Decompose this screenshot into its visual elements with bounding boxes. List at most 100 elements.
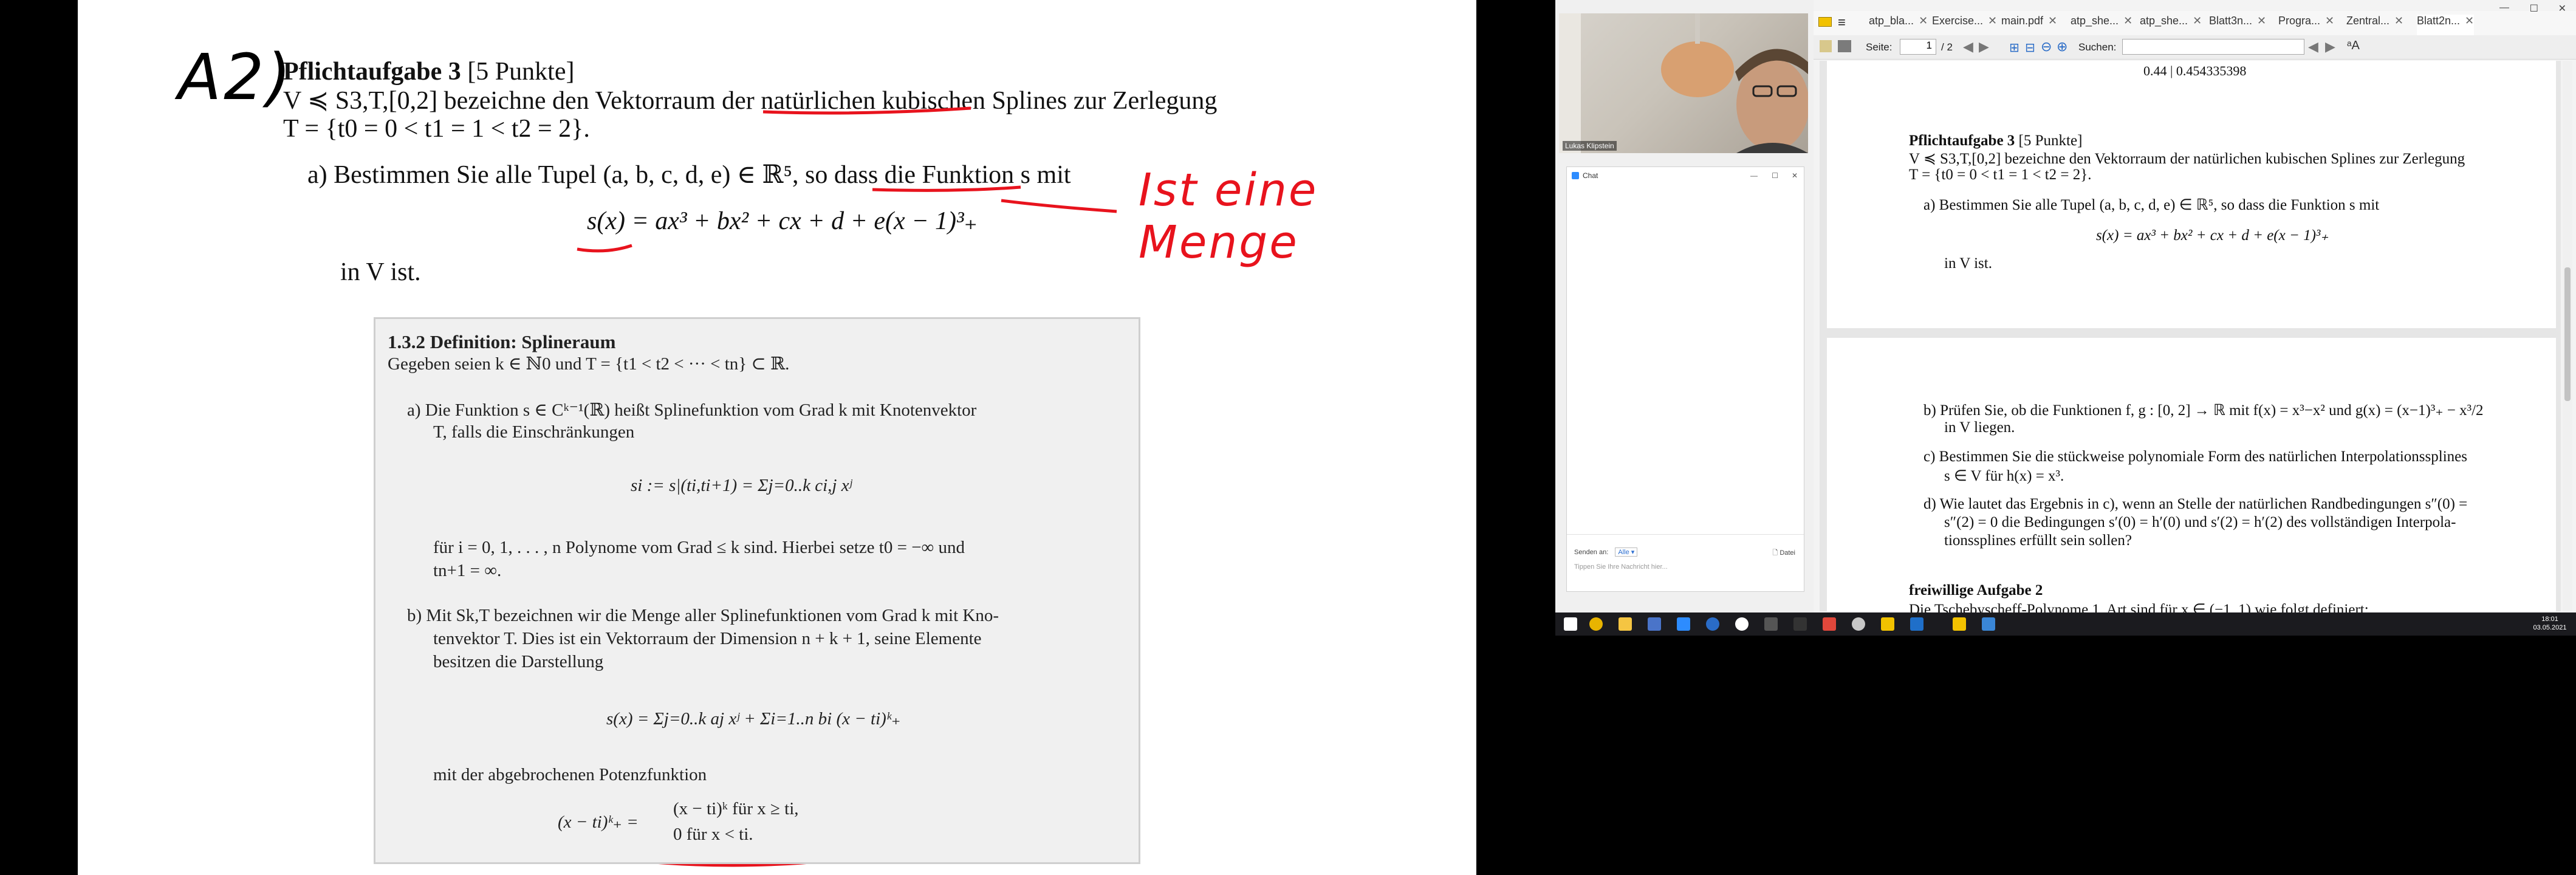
tab-close-icon[interactable]: ✕ — [2123, 15, 2132, 27]
hamburger-icon[interactable]: ≡ — [1838, 15, 1846, 30]
pdf-part-c-line2: s ∈ V für h(x) = x³. — [1944, 468, 2064, 484]
window-close-icon[interactable]: ✕ — [2558, 2, 2566, 15]
close-icon[interactable]: ✕ — [1792, 171, 1798, 180]
pdf-part-c-line1: c) Bestimmen Sie die stückweise polynomi… — [1923, 448, 2467, 465]
underline-die-funktion — [872, 185, 1021, 192]
taskbar-date: 03.05.2021 — [2533, 624, 2567, 631]
tab-label: Progra... — [2278, 15, 2321, 27]
lamp-shade — [1661, 41, 1734, 97]
search-next-icon[interactable]: ▶ — [2325, 39, 2335, 55]
tab-1[interactable]: atp_bla... ✕ — [1869, 15, 1928, 35]
window-maximize-icon[interactable]: ☐ — [2530, 2, 2538, 15]
app-menu-icon[interactable] — [1818, 17, 1832, 27]
tab-2[interactable]: Exercise... ✕ — [1932, 15, 1997, 35]
tab-close-icon[interactable]: ✕ — [2193, 15, 2202, 27]
search-prev-icon[interactable]: ◀ — [2308, 39, 2318, 55]
tab-label: atp_bla... — [1869, 15, 1914, 27]
definition-b-formula: s(x) = Σj=0..k aj xʲ + Σi=1..n bi (x − t… — [606, 709, 901, 729]
chat-title: Chat — [1583, 171, 1598, 180]
app-icon-8[interactable] — [1910, 617, 1923, 631]
arrow-stroke — [1001, 199, 1117, 213]
tab-label: Blatt2n... — [2417, 15, 2461, 27]
pdf-page-1 — [1827, 61, 2556, 328]
copy-icon[interactable] — [1820, 40, 1832, 52]
definition-a-line2: T, falls die Einschränkungen — [433, 422, 635, 442]
file-button[interactable]: 🗋 Datei — [1772, 547, 1795, 559]
pdf-scrollbar[interactable] — [2563, 61, 2572, 611]
tab-close-icon[interactable]: ✕ — [2394, 15, 2403, 27]
app-icon-4[interactable] — [1793, 617, 1807, 631]
tab-8[interactable]: Zentral... ✕ — [2346, 15, 2403, 35]
tab-close-icon[interactable]: ✕ — [2325, 15, 2334, 27]
definition-b-line1: b) Mit Sk,T bezeichnen wir die Menge all… — [407, 606, 999, 625]
definition-title: 1.3.2 Definition: Splineraum — [388, 331, 616, 352]
search-input[interactable] — [2122, 39, 2304, 55]
print-icon[interactable] — [1838, 40, 1851, 52]
pdf-scrollbar-thumb[interactable] — [2564, 267, 2571, 401]
file-icon: 🗋 — [1772, 549, 1780, 557]
page-input[interactable]: 1 — [1900, 39, 1936, 55]
fit-page-icon[interactable]: ⊞ — [2009, 40, 2019, 55]
folder-icon[interactable] — [1619, 617, 1632, 631]
file-button-label: Datei — [1780, 549, 1795, 557]
app-icon-9[interactable] — [1982, 617, 1995, 631]
definition-a-formula: si := s|(ti,ti+1) = Σj=0..k ci,j xʲ — [631, 476, 852, 495]
tab-3[interactable]: main.pdf ✕ — [2001, 15, 2057, 35]
definition-a-line3: für i = 0, 1, . . . , n Polynome vom Gra… — [433, 538, 965, 557]
start-icon[interactable] — [1564, 617, 1577, 631]
tab-9-active[interactable]: Blatt2n... ✕ — [2417, 15, 2475, 35]
app-icon-6[interactable] — [1852, 617, 1865, 631]
definition-a-line4: tn+1 = ∞. — [433, 561, 502, 580]
tab-close-icon[interactable]: ✕ — [2465, 15, 2474, 27]
maximize-icon[interactable]: ☐ — [1772, 171, 1778, 180]
tab-label: Exercise... — [1932, 15, 1984, 27]
definition-b-line3: besitzen die Darstellung — [433, 652, 604, 671]
tab-5[interactable]: atp_she... ✕ — [2140, 15, 2202, 35]
tab-6[interactable]: Blatt3n... ✕ — [2209, 15, 2266, 35]
tab-label: atp_she... — [2071, 15, 2119, 27]
chat-window[interactable]: Chat — ☐ ✕ Senden an: Alle ▾ 🗋 Datei Tip… — [1566, 166, 1804, 592]
whiteboard-canvas[interactable]: A2) Pflichtaufgabe 3 [5 Punkte] V ≼ S3,T… — [78, 0, 1476, 875]
text-size-icon[interactable]: ᵃA — [2347, 39, 2360, 53]
window-minimize-icon[interactable]: — — [2499, 2, 2509, 13]
next-page-icon[interactable]: ▶ — [1979, 39, 1989, 55]
pdf-part-b-line1: b) Prüfen Sie, ob die Funktionen f, g : … — [1923, 402, 2484, 419]
definition-intro: Gegeben seien k ∈ ℕ0 und T = {t1 < t2 < … — [388, 354, 790, 374]
terminal-icon[interactable] — [1764, 617, 1778, 631]
zoom-icon[interactable] — [1677, 617, 1690, 631]
tab-close-icon[interactable]: ✕ — [1988, 15, 1997, 27]
chevron-down-icon: ▾ — [1631, 549, 1635, 556]
app-icon-2[interactable] — [1706, 617, 1719, 631]
truncated-power-case2: 0 für x < ti. — [673, 825, 753, 844]
tab-close-icon[interactable]: ✕ — [1919, 15, 1928, 27]
tab-label: Blatt3n... — [2209, 15, 2253, 27]
taskbar-clock[interactable]: 18:01 03.05.2021 — [2527, 615, 2572, 632]
tab-4[interactable]: atp_she... ✕ — [2071, 15, 2132, 35]
tab-label: Zentral... — [2346, 15, 2390, 27]
fit-width-icon[interactable]: ⊟ — [2025, 40, 2035, 55]
zoom-in-icon[interactable]: ⊕ — [2057, 39, 2067, 55]
truncated-power-case1: (x − ti)ᵏ für x ≥ ti, — [673, 799, 799, 818]
prev-page-icon[interactable]: ◀ — [1963, 39, 1973, 55]
zoom-out-icon[interactable]: ⊖ — [2041, 39, 2052, 55]
chat-input[interactable]: Tippen Sie Ihre Nachricht hier... — [1574, 563, 1668, 571]
app-icon-1[interactable] — [1648, 617, 1661, 631]
app-icon-3[interactable] — [1735, 617, 1749, 631]
sumatra-icon[interactable] — [1953, 617, 1966, 631]
definition-b-line2: tenvektor T. Dies ist ein Vektorraum der… — [433, 629, 982, 648]
send-to-select[interactable]: Alle ▾ — [1615, 547, 1638, 557]
send-to-label: Senden an: — [1574, 549, 1609, 556]
underline-natuerlichen-kubischen — [762, 106, 971, 115]
app-icon-7[interactable] — [1881, 617, 1894, 631]
app-icon-5[interactable] — [1823, 617, 1836, 631]
tab-close-icon[interactable]: ✕ — [2257, 15, 2266, 27]
pdf-task-line-2: T = {t0 = 0 < t1 = 1 < t2 = 2}. — [1909, 166, 2092, 183]
tab-7[interactable]: Progra... ✕ — [2278, 15, 2334, 35]
chrome-icon[interactable] — [1589, 617, 1603, 631]
pdf-next-task-title: freiwillige Aufgabe 2 — [1909, 582, 2043, 599]
webcam-video[interactable]: Lukas Klipstein — [1559, 13, 1808, 153]
tab-close-icon[interactable]: ✕ — [2048, 15, 2057, 27]
minimize-icon[interactable]: — — [1750, 171, 1758, 180]
pdf-part-b-line2: in V liegen. — [1944, 419, 2015, 436]
pdf-toolbar: Seite: 1 / 2 ◀ ▶ ⊞ ⊟ ⊖ ⊕ Suchen: ◀ ▶ ᵃA — [1814, 34, 2576, 60]
